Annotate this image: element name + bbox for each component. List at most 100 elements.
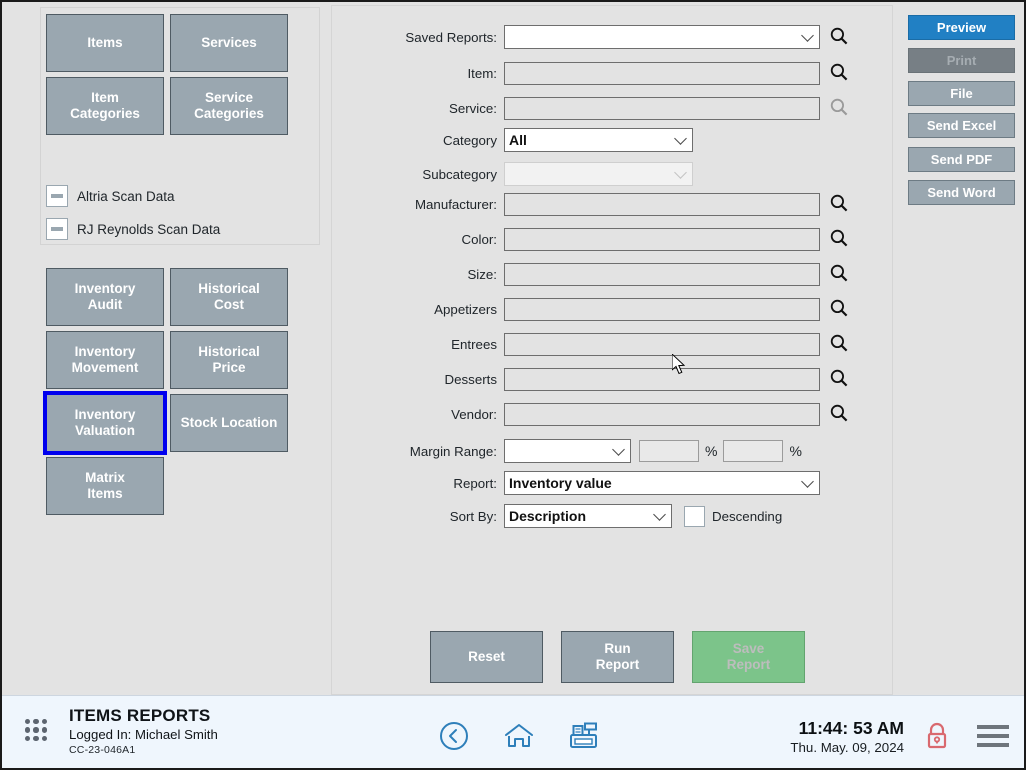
chevron-down-icon (801, 475, 814, 488)
nav-button-historical-price-label: Historical Price (198, 344, 260, 375)
nav-button-inventory-audit[interactable]: Inventory Audit (46, 268, 164, 326)
sort-by-select[interactable]: Description (504, 504, 672, 528)
nav-button-services[interactable]: Services (170, 14, 288, 72)
lock-icon[interactable] (923, 721, 951, 756)
field-row-service: Service: (332, 96, 820, 120)
size-input[interactable] (504, 262, 820, 286)
file-button[interactable]: File (908, 81, 1015, 106)
chevron-down-icon (674, 166, 687, 179)
search-icon-service[interactable] (829, 97, 849, 117)
category-select[interactable]: All (504, 128, 693, 152)
nav-button-matrix-items[interactable]: Matrix Items (46, 457, 164, 515)
grid-icon[interactable] (25, 719, 47, 741)
field-row-saved-reports: Saved Reports: (332, 25, 820, 49)
report-filter-form: Saved Reports: Item: Service: Category A… (331, 5, 893, 695)
rj-reynolds-scan-data-label: RJ Reynolds Scan Data (77, 221, 221, 237)
cash-register-icon[interactable] (568, 721, 601, 756)
search-icon-entrees[interactable] (829, 333, 849, 353)
service-label: Service: (448, 100, 497, 116)
saved-reports-select[interactable] (504, 25, 820, 49)
nav-button-item-categories[interactable]: Item Categories (46, 77, 164, 135)
color-input[interactable] (504, 227, 820, 251)
search-icon-vendor[interactable] (829, 403, 849, 423)
nav-button-inventory-movement-label: Inventory Movement (71, 344, 139, 375)
field-row-margin-range: Margin Range: % % (332, 439, 802, 463)
manufacturer-label: Manufacturer: (414, 196, 497, 212)
nav-button-inventory-audit-label: Inventory Audit (74, 281, 136, 312)
reset-button-label: Reset (468, 649, 505, 665)
send-pdf-button[interactable]: Send PDF (908, 147, 1015, 172)
margin-range-from-input[interactable] (639, 440, 699, 462)
search-icon-appetizers[interactable] (829, 298, 849, 318)
field-row-manufacturer: Manufacturer: (332, 192, 820, 216)
reset-button[interactable]: Reset (430, 631, 543, 683)
nav-button-inventory-valuation[interactable]: Inventory Valuation (43, 391, 167, 455)
search-icon-desserts[interactable] (829, 368, 849, 388)
search-icon-manufacturer[interactable] (829, 193, 849, 213)
preview-button[interactable]: Preview (908, 15, 1015, 40)
saved-reports-label: Saved Reports: (405, 29, 497, 45)
search-icon-color[interactable] (829, 228, 849, 248)
home-icon[interactable] (503, 721, 535, 756)
desserts-input[interactable] (504, 367, 820, 391)
scan-data-row-rj-reynolds[interactable]: RJ Reynolds Scan Data (46, 218, 220, 240)
file-button-label: File (950, 86, 973, 101)
send-word-button[interactable]: Send Word (908, 180, 1015, 205)
nav-button-stock-location[interactable]: Stock Location (170, 394, 288, 452)
left-navigation-panel: Items Services Item Categories Service Cat… (2, 2, 330, 695)
save-report-button[interactable]: Save Report (692, 631, 805, 683)
run-report-button-label: Run Report (595, 641, 640, 672)
hamburger-menu-icon[interactable] (977, 725, 1009, 747)
entrees-input[interactable] (504, 332, 820, 356)
nav-button-service-categories[interactable]: Service Categories (170, 77, 288, 135)
subcategory-label: Subcategory (422, 166, 497, 182)
send-excel-button[interactable]: Send Excel (908, 113, 1015, 138)
field-row-category: Category All (332, 128, 693, 152)
run-report-button[interactable]: Run Report (561, 631, 674, 683)
field-row-sort-by: Sort By: Description Descending (332, 504, 782, 528)
field-row-report: Report: Inventory value (332, 471, 820, 495)
descending-checkbox[interactable] (684, 505, 705, 527)
clock-block: 11:44: 53 AM Thu. May. 09, 2024 (790, 718, 904, 755)
chevron-down-icon (801, 29, 814, 42)
altria-scan-data-label: Altria Scan Data (77, 188, 175, 204)
field-row-vendor: Vendor: (332, 402, 820, 426)
margin-range-from-unit: % (705, 443, 718, 459)
scan-data-row-altria[interactable]: Altria Scan Data (46, 185, 175, 207)
report-select[interactable]: Inventory value (504, 471, 820, 495)
nav-button-items[interactable]: Items (46, 14, 164, 72)
altria-scan-data-checkbox[interactable] (46, 185, 68, 207)
search-icon-saved-reports[interactable] (829, 26, 849, 46)
back-arrow-icon[interactable] (439, 721, 469, 756)
print-button-label: Print (946, 53, 977, 68)
vendor-label: Vendor: (451, 406, 497, 422)
rj-reynolds-scan-data-checkbox[interactable] (46, 218, 68, 240)
manufacturer-input[interactable] (504, 192, 820, 216)
service-input[interactable] (504, 96, 820, 120)
nav-button-historical-cost[interactable]: Historical Cost (170, 268, 288, 326)
margin-range-label: Margin Range: (409, 443, 497, 459)
nav-button-inventory-movement[interactable]: Inventory Movement (46, 331, 164, 389)
item-input[interactable] (504, 61, 820, 85)
status-title-block: ITEMS REPORTS Logged In: Michael Smith C… (69, 706, 218, 756)
print-button: Print (908, 48, 1015, 73)
field-row-size: Size: (332, 262, 820, 286)
vendor-input[interactable] (504, 402, 820, 426)
nav-button-items-label: Items (87, 35, 123, 51)
appetizers-input[interactable] (504, 297, 820, 321)
application-window: Items Services Item Categories Service Cat… (0, 0, 1026, 770)
nav-button-services-label: Services (201, 35, 257, 51)
field-row-appetizers: Appetizers (332, 297, 820, 321)
report-label: Report: (453, 475, 497, 491)
margin-range-operator-select[interactable] (504, 439, 631, 463)
field-row-entrees: Entrees (332, 332, 820, 356)
margin-range-to-input[interactable] (723, 440, 784, 462)
subcategory-select[interactable] (504, 162, 693, 186)
sort-by-label: Sort By: (449, 508, 497, 524)
search-icon-size[interactable] (829, 263, 849, 283)
search-icon-item[interactable] (829, 62, 849, 82)
nav-button-inventory-valuation-label: Inventory Valuation (74, 407, 136, 438)
nav-button-historical-price[interactable]: Historical Price (170, 331, 288, 389)
chevron-down-icon (653, 508, 666, 521)
nav-button-stock-location-label: Stock Location (180, 415, 278, 431)
